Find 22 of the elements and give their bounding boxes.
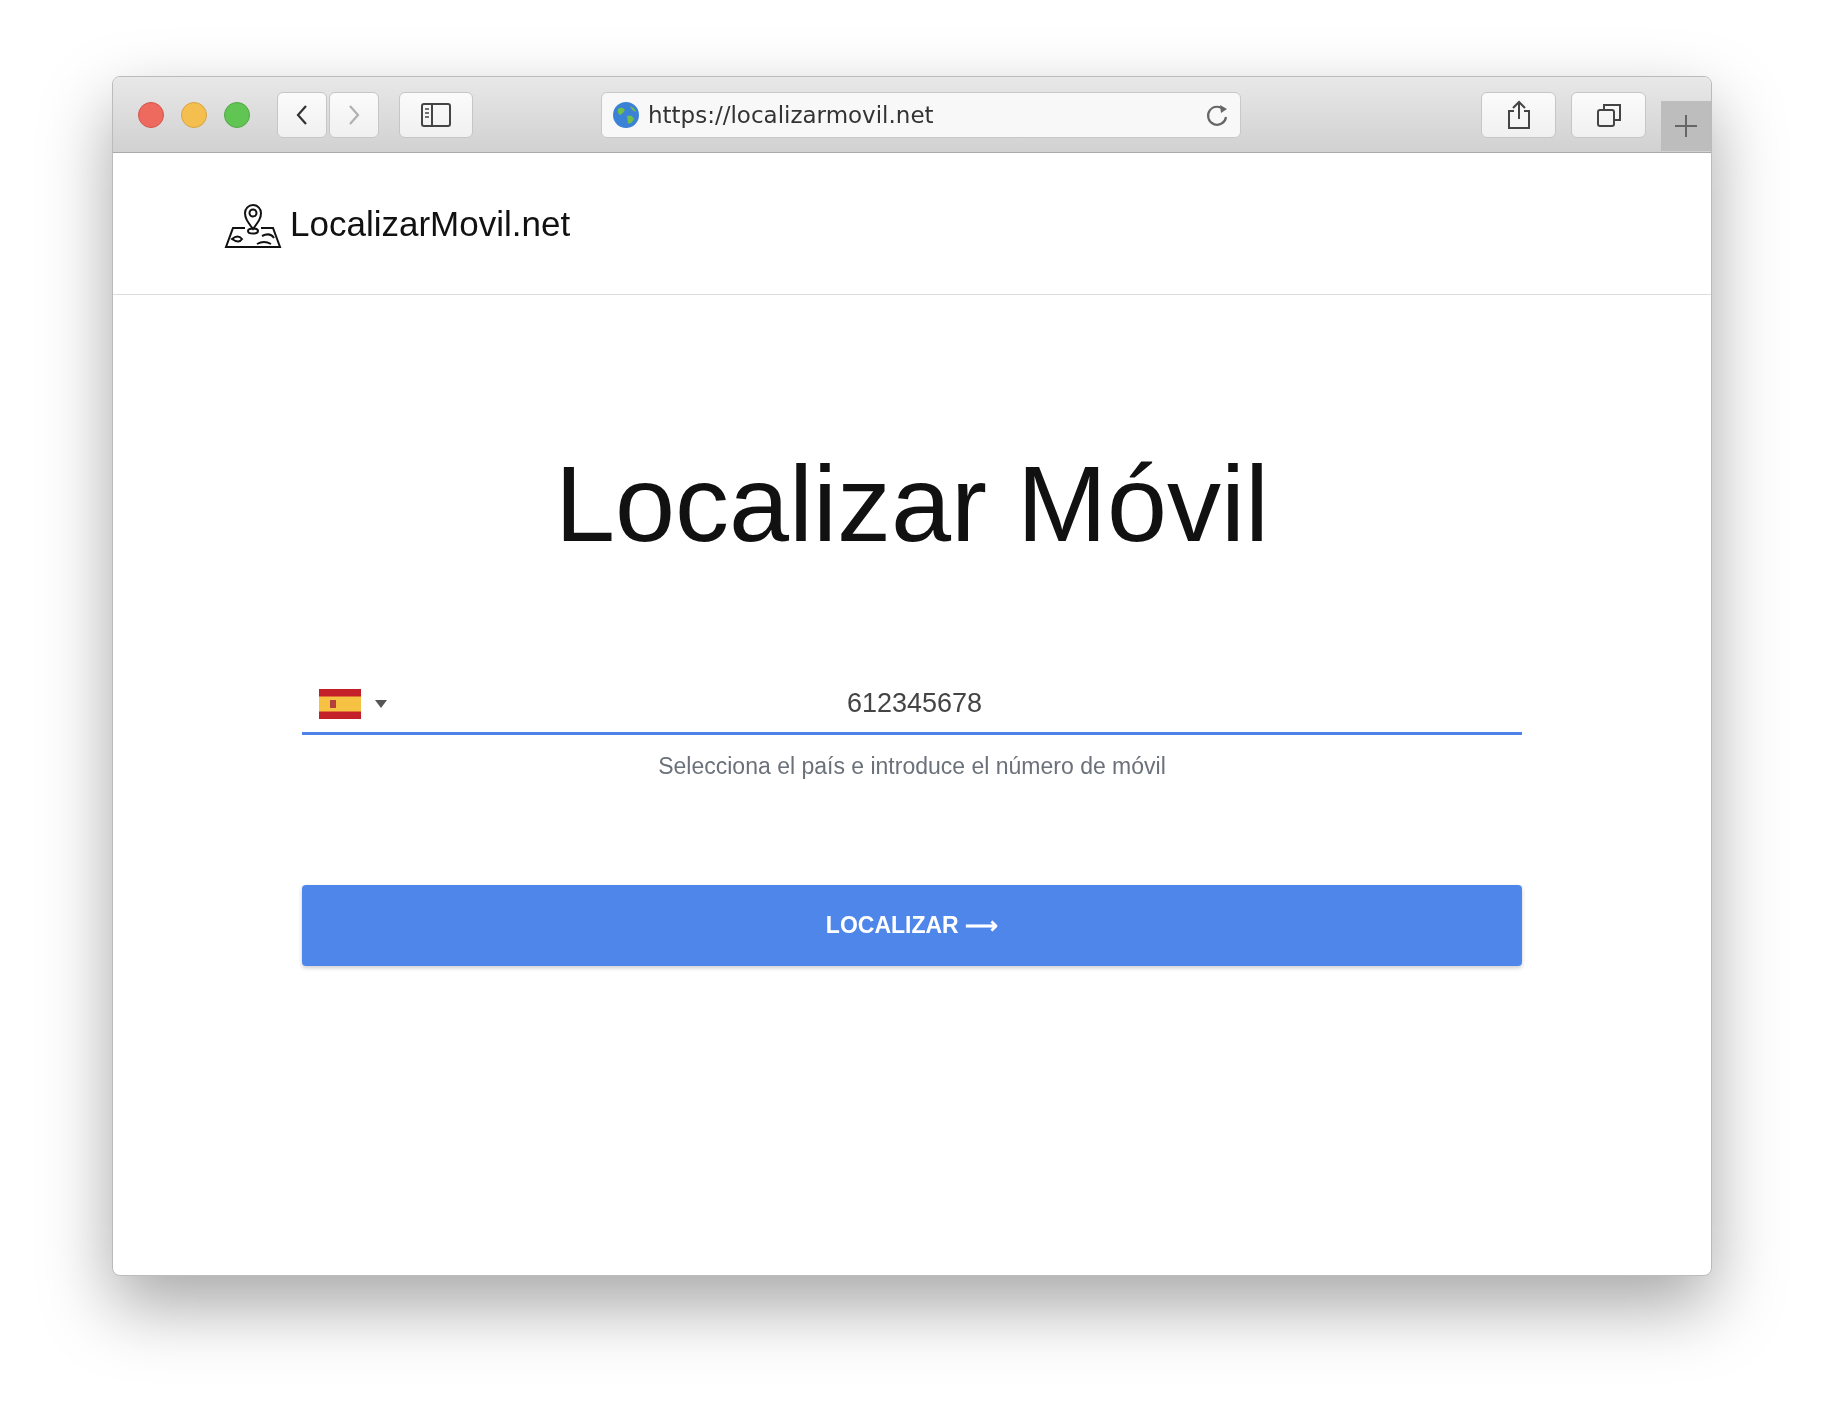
- overlapping-squares-icon: [1595, 101, 1622, 128]
- plus-icon: [1674, 114, 1698, 138]
- address-bar[interactable]: https://localizarmovil.net: [601, 91, 1241, 138]
- share-icon: [1505, 99, 1532, 130]
- locate-button[interactable]: LOCALIZAR ⟶: [302, 884, 1522, 966]
- close-icon[interactable]: [138, 101, 164, 128]
- sidebar-button[interactable]: [399, 91, 473, 138]
- sidebar-icon: [421, 102, 451, 127]
- field-hint: Selecciona el país e introduce el número de móvil: [658, 752, 1166, 780]
- flag-icon: [319, 688, 361, 719]
- phone-input[interactable]: 612345678: [387, 688, 1522, 720]
- new-tab-button[interactable]: [1661, 101, 1711, 151]
- zoom-icon[interactable]: [224, 101, 250, 128]
- globe-icon: [612, 100, 640, 129]
- page-title: Localizar Móvil: [554, 445, 1270, 564]
- url-text: https://localizarmovil.net: [648, 101, 935, 128]
- phone-number-field[interactable]: 612345678: [302, 675, 1522, 735]
- share-button[interactable]: [1481, 91, 1556, 138]
- tabs-button[interactable]: [1571, 91, 1646, 138]
- site-logo-text[interactable]: LocalizarMovil.net: [290, 203, 571, 244]
- caret-icon: [375, 699, 387, 708]
- back-button[interactable]: [277, 91, 327, 138]
